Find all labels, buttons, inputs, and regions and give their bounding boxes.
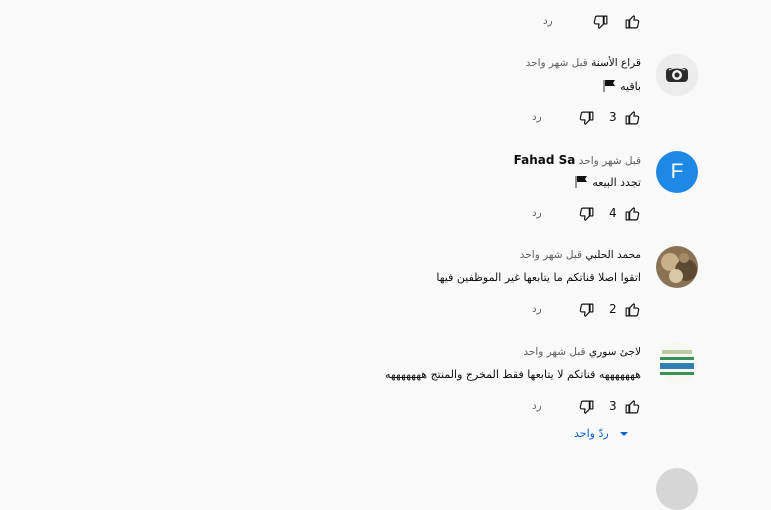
- timestamp[interactable]: قبل شهر واحد: [526, 57, 588, 69]
- like-icon[interactable]: [624, 398, 641, 415]
- reply-button[interactable]: رد: [543, 15, 553, 27]
- black-flag-icon: [575, 176, 587, 188]
- timestamp[interactable]: قبل شهر واحد: [520, 249, 582, 261]
- author-name[interactable]: محمد الحلبي: [585, 249, 641, 261]
- like-count: 3: [609, 110, 617, 124]
- view-replies-label: ردّ واحد: [574, 427, 609, 440]
- avatar[interactable]: [656, 246, 698, 288]
- view-replies-button[interactable]: ردّ واحد: [574, 427, 629, 440]
- comment-text: اتقوا اصلا قناتكم ما يتابعها غير الموظفي…: [436, 271, 641, 284]
- dislike-icon[interactable]: [578, 399, 595, 416]
- timestamp[interactable]: قبل شهر واحد: [523, 346, 585, 358]
- avatar[interactable]: [656, 342, 698, 384]
- like-icon[interactable]: [624, 205, 641, 222]
- author-name[interactable]: لاجئ سوري: [589, 346, 641, 358]
- dislike-icon[interactable]: [578, 302, 595, 319]
- avatar[interactable]: [656, 54, 698, 96]
- like-icon[interactable]: [624, 301, 641, 318]
- author-name[interactable]: Fahad Sa: [514, 153, 576, 167]
- comment-header: لاجئ سوري قبل شهر واحد: [523, 346, 641, 358]
- reply-button[interactable]: رد: [532, 111, 542, 123]
- like-icon[interactable]: [624, 13, 641, 30]
- like-count: 2: [609, 302, 617, 316]
- profile-photo-icon: [656, 246, 698, 288]
- comment-text: هههههههه قناتكم لا يتابعها فقط المخرج وا…: [384, 368, 641, 381]
- dislike-icon[interactable]: [578, 110, 595, 127]
- avatar[interactable]: F: [656, 151, 698, 193]
- reply-button[interactable]: رد: [532, 207, 542, 219]
- timestamp[interactable]: قبل شهر واحد: [579, 155, 641, 167]
- reply-button[interactable]: رد: [532, 303, 542, 315]
- seal-logo-icon: [656, 54, 698, 96]
- like-icon[interactable]: [624, 109, 641, 126]
- dislike-icon[interactable]: [578, 206, 595, 223]
- reply-button[interactable]: رد: [532, 400, 542, 412]
- like-count: 4: [609, 206, 617, 220]
- comment-header: Fahad Sa قبل شهر واحد: [514, 153, 641, 167]
- like-count: 3: [609, 399, 617, 413]
- comment-text: تجدد البيعه: [575, 175, 641, 189]
- document-image-icon: [656, 342, 698, 384]
- avatar[interactable]: [656, 468, 698, 510]
- author-name[interactable]: قراع الأسنة: [591, 57, 641, 69]
- comment-header: محمد الحلبي قبل شهر واحد: [520, 249, 641, 261]
- dislike-icon[interactable]: [592, 14, 609, 31]
- comment-header: قراع الأسنة قبل شهر واحد: [526, 57, 641, 69]
- comment-text: باقيه: [603, 79, 641, 93]
- black-flag-icon: [603, 80, 615, 92]
- caret-down-icon: [619, 431, 628, 436]
